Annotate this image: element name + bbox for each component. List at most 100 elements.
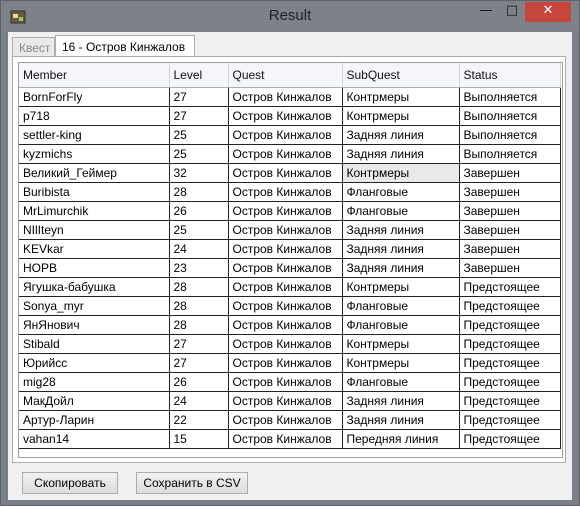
cell-quest: Остров Кинжалов [228,220,343,240]
table-row[interactable]: НОРВ 23 Остров Кинжалов Задняя линия Заверше… [19,258,561,278]
column-header-level[interactable]: Level [169,63,229,88]
column-header-member[interactable]: Member [19,63,170,88]
cell-subquest: Контрмеры [342,353,460,373]
result-window: Result — □ ✕ Квест 16 - Остров Кинжалов … [0,0,580,506]
table-row[interactable]: BornForFly 27 Остров Кинжалов Контрмеры Выпо… [19,87,561,107]
cell-quest: Остров Кинжалов [228,372,343,392]
title-bar[interactable]: Result — □ ✕ [1,1,579,32]
cell-quest: Остров Кинжалов [228,391,343,411]
cell-level: 23 [169,258,229,278]
table-row[interactable]: ЯнЯнович 28 Остров Кинжалов Фланговые Предст… [19,315,561,335]
table-row[interactable]: Артур-Ларин 22 Остров Кинжалов Задняя линия… [19,410,561,430]
column-header-subquest[interactable]: SubQuest [342,63,460,88]
table-row[interactable]: Ягушка-бабушка 28 Остров Кинжалов Контрмеры… [19,277,561,297]
cell-quest: Остров Кинжалов [228,201,343,221]
cell-member: Артур-Ларин [19,410,170,430]
table-row[interactable]: МакДойл 24 Остров Кинжалов Задняя линия Пред… [19,391,561,411]
table-row[interactable]: p718 27 Остров Кинжалов Контрмеры Выполняетс… [19,106,561,126]
table-row[interactable]: Stibald 27 Остров Кинжалов Контрмеры Предсто… [19,334,561,354]
cell-status: Предстоящее [459,429,561,449]
cell-subquest: Контрмеры [342,334,460,354]
cell-status: Выполняется [459,106,561,126]
cell-quest: Остров Кинжалов [228,429,343,449]
cell-quest: Остров Кинжалов [228,334,343,354]
cell-subquest: Передняя линия [342,429,460,449]
cell-quest: Остров Кинжалов [228,296,343,316]
cell-subquest: Задняя линия [342,391,460,411]
cell-subquest: Задняя линия [342,220,460,240]
cell-member: BornForFly [19,87,170,107]
cell-member: vahan14 [19,429,170,449]
table-row[interactable]: Sonya_myr 28 Остров Кинжалов Фланговые Предс… [19,296,561,316]
cell-level: 15 [169,429,229,449]
cell-status: Выполняется [459,125,561,145]
cell-quest: Остров Кинжалов [228,315,343,335]
results-grid[interactable]: Member Level Quest SubQuest Status BornF… [18,62,563,458]
cell-level: 25 [169,125,229,145]
column-header-status[interactable]: Status [459,63,561,88]
tab-panel: Member Level Quest SubQuest Status BornF… [12,56,566,463]
cell-subquest: Задняя линия [342,125,460,145]
cell-quest: Остров Кинжалов [228,353,343,373]
cell-quest: Остров Кинжалов [228,144,343,164]
cell-quest: Остров Кинжалов [228,239,343,259]
cell-member: KEVkar [19,239,170,259]
close-button[interactable]: ✕ [525,2,571,22]
header-row: Member Level Quest SubQuest Status [19,63,561,88]
minimize-icon: — [479,3,493,18]
minimize-button[interactable]: — [473,2,499,22]
cell-quest: Остров Кинжалов [228,87,343,107]
cell-status: Завершен [459,182,561,202]
cell-level: 27 [169,106,229,126]
table-row[interactable]: MrLimurchik 26 Остров Кинжалов Фланговые Зав… [19,201,561,221]
table-row[interactable]: kyzmichs 25 Остров Кинжалов Задняя линия Вып… [19,144,561,164]
table-row[interactable]: KEVkar 24 Остров Кинжалов Задняя линия Завер… [19,239,561,259]
cell-subquest: Контрмеры [342,106,460,126]
cell-member: MrLimurchik [19,201,170,221]
table-row[interactable]: mig28 26 Остров Кинжалов Фланговые Предстоящ… [19,372,561,392]
table-row[interactable]: Юрийсс 27 Остров Кинжалов Контрмеры Предстоя… [19,353,561,373]
cell-level: 28 [169,296,229,316]
table-row[interactable]: Buribista 28 Остров Кинжалов Фланговые Завер… [19,182,561,202]
cell-status: Предстоящее [459,296,561,316]
cell-level: 26 [169,372,229,392]
cell-member: Юрийсс [19,353,170,373]
save-csv-button[interactable]: Сохранить в CSV [136,472,248,494]
tab-dagger-island[interactable]: 16 - Остров Кинжалов [55,35,195,57]
cell-member: НОРВ [19,258,170,278]
cell-member: Великий_Геймер [19,163,170,183]
table-row-selected[interactable]: Великий_Геймер 32 Остров Кинжалов Контрмеры… [19,163,561,183]
cell-level: 32 [169,163,229,183]
table-row[interactable]: settler-king 25 Остров Кинжалов Задняя лини… [19,125,561,145]
cell-member: Ягушка-бабушка [19,277,170,297]
cell-subquest: Фланговые [342,201,460,221]
cell-member: NIlIteyn [19,220,170,240]
cell-member: settler-king [19,125,170,145]
cell-level: 22 [169,410,229,430]
table-row[interactable]: vahan14 15 Остров Кинжалов Передняя линия Пр… [19,429,561,449]
cell-level: 27 [169,334,229,354]
tab-quest[interactable]: Квест [12,37,55,57]
cell-status: Предстоящее [459,410,561,430]
maximize-icon: □ [505,3,519,18]
copy-button[interactable]: Скопировать [22,472,118,494]
cell-member: Buribista [19,182,170,202]
cell-status: Предстоящее [459,315,561,335]
maximize-button[interactable]: □ [499,2,525,22]
cell-status: Завершен [459,258,561,278]
cell-quest: Остров Кинжалов [228,125,343,145]
results-table: Member Level Quest SubQuest Status BornF… [19,63,561,449]
column-header-quest[interactable]: Quest [228,63,343,88]
cell-level: 28 [169,277,229,297]
cell-status: Завершен [459,201,561,221]
cell-level: 27 [169,353,229,373]
cell-status: Завершен [459,163,561,183]
cell-subquest: Фланговые [342,315,460,335]
cell-member: Stibald [19,334,170,354]
cell-level: 28 [169,182,229,202]
table-row[interactable]: NIlIteyn 25 Остров Кинжалов Задняя линия Зав… [19,220,561,240]
cell-status: Предстоящее [459,372,561,392]
cell-subquest: Фланговые [342,372,460,392]
cell-level: 26 [169,201,229,221]
cell-level: 24 [169,391,229,411]
